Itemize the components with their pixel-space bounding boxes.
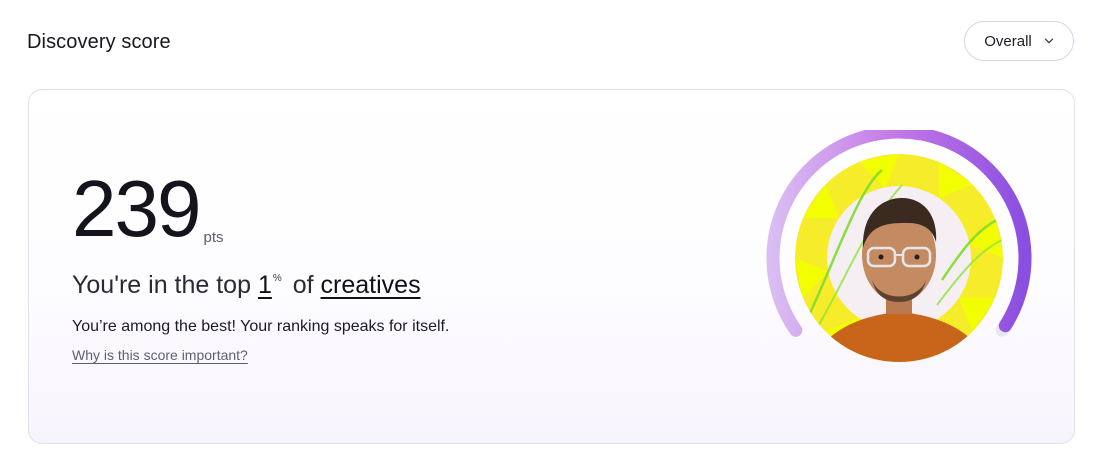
score-gauge bbox=[766, 130, 1032, 362]
rank-percent-sign: % bbox=[272, 273, 282, 284]
rank-middle: of bbox=[292, 271, 314, 299]
avatar-eye-left bbox=[878, 254, 884, 260]
score-value: 239 bbox=[72, 164, 201, 253]
why-score-important-link[interactable]: Why is this score important? bbox=[72, 345, 248, 365]
page-title: Discovery score bbox=[27, 31, 171, 53]
score-block: 239 pts bbox=[72, 164, 224, 253]
dropdown-selected-label: Overall bbox=[984, 32, 1032, 50]
rank-group-link[interactable]: creatives bbox=[321, 271, 421, 299]
discovery-score-page: Discovery score Overall 239 pts You're i… bbox=[0, 0, 1100, 475]
score-unit: pts bbox=[203, 229, 224, 246]
rank-prefix: You're in the top bbox=[72, 271, 251, 299]
chevron-down-icon bbox=[1044, 36, 1054, 46]
score-filter-dropdown[interactable]: Overall bbox=[964, 21, 1074, 61]
score-description: You’re among the best! Your ranking spea… bbox=[72, 318, 450, 335]
avatar-eye-right bbox=[914, 254, 920, 260]
avatar bbox=[795, 154, 1003, 362]
rank-percentile: 1 bbox=[257, 271, 272, 299]
score-card: 239 pts You're in the top 1% of creative… bbox=[28, 89, 1075, 444]
rank-statement: You're in the top 1% of creatives bbox=[72, 262, 421, 302]
